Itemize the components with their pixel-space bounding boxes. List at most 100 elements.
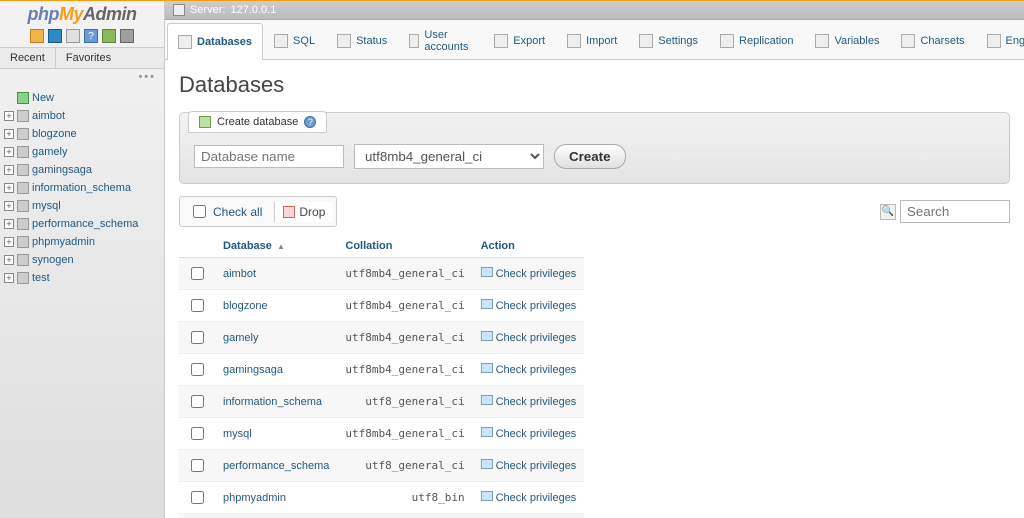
table-row: mysqlutf8mb4_general_ci Check privileges bbox=[179, 418, 584, 450]
tab-export[interactable]: Export bbox=[483, 22, 556, 59]
database-icon bbox=[17, 110, 29, 122]
search-input[interactable] bbox=[900, 200, 1010, 223]
reload-icon[interactable] bbox=[102, 29, 116, 43]
expand-icon[interactable]: + bbox=[4, 255, 14, 265]
sidebar-tab-recent[interactable]: Recent bbox=[0, 48, 56, 68]
tree-db-item[interactable]: +performance_schema bbox=[4, 215, 164, 233]
row-db-name[interactable]: information_schema bbox=[215, 386, 337, 418]
tab-user-accounts[interactable]: User accounts bbox=[398, 22, 483, 59]
tree-db-item[interactable]: +gamingsaga bbox=[4, 161, 164, 179]
expand-icon[interactable]: + bbox=[4, 219, 14, 229]
sidebar-collapse-icon[interactable]: ••• bbox=[0, 69, 164, 85]
check-privileges-link[interactable]: Check privileges bbox=[496, 364, 577, 376]
logout-icon[interactable] bbox=[48, 29, 62, 43]
database-name-input[interactable] bbox=[194, 145, 344, 168]
server-breadcrumb[interactable]: Server: 127.0.0.1 bbox=[165, 0, 1024, 20]
header-database[interactable]: Database ▲ bbox=[215, 235, 337, 258]
row-db-name[interactable]: gamely bbox=[215, 322, 337, 354]
row-db-name[interactable]: blogzone bbox=[215, 290, 337, 322]
help-icon[interactable]: ? bbox=[304, 116, 316, 128]
privileges-icon bbox=[481, 267, 493, 277]
check-all-label[interactable]: Check all bbox=[183, 199, 268, 224]
create-database-legend: Create database ? bbox=[188, 111, 327, 133]
row-checkbox[interactable] bbox=[191, 363, 204, 376]
pma-logo[interactable]: php My Admin bbox=[0, 0, 164, 25]
tab-settings[interactable]: Settings bbox=[628, 22, 709, 59]
header-collation[interactable]: Collation bbox=[337, 235, 472, 258]
tab-charsets[interactable]: Charsets bbox=[890, 22, 975, 59]
expand-icon[interactable]: + bbox=[4, 165, 14, 175]
tree-db-label: information_schema bbox=[32, 181, 131, 195]
database-icon bbox=[17, 218, 29, 230]
help-icon[interactable]: ? bbox=[84, 29, 98, 43]
row-checkbox[interactable] bbox=[191, 267, 204, 280]
check-privileges-link[interactable]: Check privileges bbox=[496, 460, 577, 472]
table-row: gamingsagautf8mb4_general_ci Check privil… bbox=[179, 354, 584, 386]
tab-status[interactable]: Status bbox=[326, 22, 398, 59]
check-privileges-link[interactable]: Check privileges bbox=[496, 492, 577, 504]
tab-sql[interactable]: SQL bbox=[263, 22, 326, 59]
row-checkbox[interactable] bbox=[191, 459, 204, 472]
row-action: Check privileges bbox=[473, 514, 585, 518]
database-icon bbox=[17, 200, 29, 212]
tree-db-item[interactable]: +gamely bbox=[4, 143, 164, 161]
settings-icon[interactable] bbox=[120, 29, 134, 43]
row-db-name[interactable]: performance_schema bbox=[215, 450, 337, 482]
create-database-panel: Create database ? utf8mb4_general_ci Cre… bbox=[179, 112, 1010, 184]
expand-icon[interactable]: + bbox=[4, 147, 14, 157]
tree-db-item[interactable]: +blogzone bbox=[4, 125, 164, 143]
row-action: Check privileges bbox=[473, 450, 585, 482]
row-db-name[interactable]: aimbot bbox=[215, 258, 337, 290]
tab-variables[interactable]: Variables bbox=[804, 22, 890, 59]
home-icon[interactable] bbox=[30, 29, 44, 43]
row-action: Check privileges bbox=[473, 290, 585, 322]
database-icon bbox=[17, 236, 29, 248]
expand-icon[interactable]: + bbox=[4, 183, 14, 193]
row-db-name[interactable]: gamingsaga bbox=[215, 354, 337, 386]
expand-icon[interactable]: + bbox=[4, 201, 14, 211]
docs-icon[interactable] bbox=[66, 29, 80, 43]
top-accent-bar bbox=[0, 0, 1024, 1]
row-checkbox[interactable] bbox=[191, 427, 204, 440]
row-checkbox[interactable] bbox=[191, 331, 204, 344]
tree-db-item[interactable]: + information_schema bbox=[4, 179, 164, 197]
tree-db-item[interactable]: +mysql bbox=[4, 197, 164, 215]
create-button[interactable]: Create bbox=[554, 144, 626, 169]
tab-engines[interactable]: Engines bbox=[976, 22, 1024, 59]
row-collation: utf8mb4_general_ci bbox=[337, 354, 472, 386]
tree-db-item[interactable]: +synogen bbox=[4, 251, 164, 269]
row-db-name[interactable]: mysql bbox=[215, 418, 337, 450]
row-action: Check privileges bbox=[473, 258, 585, 290]
tab-import[interactable]: Import bbox=[556, 22, 628, 59]
row-checkbox[interactable] bbox=[191, 299, 204, 312]
tab-databases[interactable]: Databases bbox=[167, 23, 263, 60]
drop-button[interactable]: Drop bbox=[274, 202, 333, 222]
privileges-icon bbox=[481, 491, 493, 501]
check-privileges-link[interactable]: Check privileges bbox=[496, 396, 577, 408]
check-privileges-link[interactable]: Check privileges bbox=[496, 428, 577, 440]
check-privileges-link[interactable]: Check privileges bbox=[496, 268, 577, 280]
import-icon bbox=[567, 34, 581, 48]
tree-new-db[interactable]: New bbox=[4, 89, 164, 107]
row-db-name[interactable]: phpmyadmin bbox=[215, 482, 337, 514]
tree-db-item[interactable]: +aimbot bbox=[4, 107, 164, 125]
expand-icon[interactable]: + bbox=[4, 237, 14, 247]
row-collation: utf8mb4_general_ci bbox=[337, 418, 472, 450]
row-checkbox[interactable] bbox=[191, 491, 204, 504]
database-icon bbox=[17, 182, 29, 194]
collation-select[interactable]: utf8mb4_general_ci bbox=[354, 144, 544, 169]
logo-admin: Admin bbox=[83, 4, 137, 25]
sidebar-tab-favorites[interactable]: Favorites bbox=[56, 48, 121, 68]
row-checkbox[interactable] bbox=[191, 395, 204, 408]
row-db-name[interactable]: synogen bbox=[215, 514, 337, 518]
expand-icon[interactable]: + bbox=[4, 129, 14, 139]
tab-replication[interactable]: Replication bbox=[709, 22, 804, 59]
expand-icon[interactable]: + bbox=[4, 273, 14, 283]
search-icon[interactable]: 🔍 bbox=[880, 204, 896, 220]
tree-db-item[interactable]: +test bbox=[4, 269, 164, 287]
tree-db-item[interactable]: +phpmyadmin bbox=[4, 233, 164, 251]
check-privileges-link[interactable]: Check privileges bbox=[496, 300, 577, 312]
check-all-checkbox[interactable] bbox=[193, 205, 206, 218]
expand-icon[interactable]: + bbox=[4, 111, 14, 121]
check-privileges-link[interactable]: Check privileges bbox=[496, 332, 577, 344]
